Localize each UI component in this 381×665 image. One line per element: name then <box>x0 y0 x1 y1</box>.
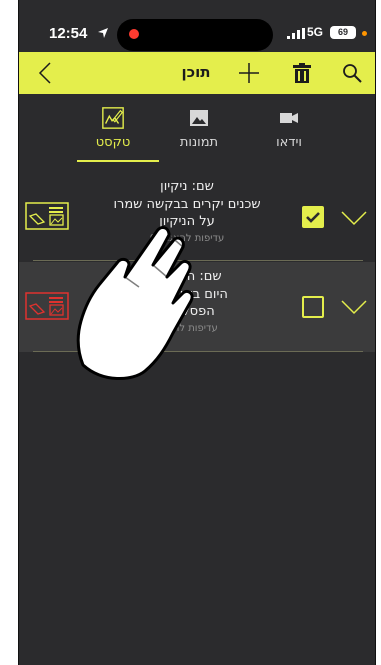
phone-screen: 12:54 5G 69 תוכן וידאו תמונות טקסט שם: נ… <box>18 0 376 665</box>
item-checkbox[interactable] <box>302 296 324 318</box>
search-button[interactable] <box>337 52 367 94</box>
battery-icon: 69 <box>330 26 356 39</box>
recording-indicator-icon <box>129 29 139 39</box>
image-icon <box>190 110 208 126</box>
page-title: תוכן <box>181 63 211 81</box>
add-button[interactable] <box>234 52 264 94</box>
tab-images[interactable]: תמונות <box>161 106 237 162</box>
tab-text-label: טקסט <box>95 135 131 150</box>
chevron-down-icon[interactable] <box>340 299 368 315</box>
item-name: שם: ניקיון <box>160 179 214 194</box>
tab-images-label: תמונות <box>179 135 219 150</box>
search-icon <box>343 64 362 83</box>
item-body-line: שכנים יקרים בבקשה שמרו <box>113 197 261 212</box>
privacy-indicator-icon <box>362 31 367 36</box>
tab-video-label: וידאו <box>276 135 302 150</box>
touch-hand-icon <box>76 226 194 381</box>
app-header: תוכן <box>19 52 375 94</box>
trash-icon <box>293 63 311 83</box>
check-icon <box>306 212 320 223</box>
text-image-thumbnail-icon <box>25 292 69 320</box>
video-camera-icon <box>280 113 298 123</box>
dynamic-island <box>117 19 273 51</box>
plus-icon <box>239 63 259 83</box>
status-time: 12:54 <box>49 25 88 42</box>
delete-button[interactable] <box>287 52 317 94</box>
item-checkbox[interactable] <box>302 206 324 228</box>
signal-bars-icon <box>287 28 305 39</box>
network-type: 5G <box>307 25 324 39</box>
tab-video[interactable]: וידאו <box>251 106 327 162</box>
selected-tab-indicator <box>77 160 159 162</box>
tab-text[interactable]: טקסט <box>75 106 151 162</box>
status-bar: 12:54 5G 69 <box>19 0 375 51</box>
back-button[interactable] <box>29 52 61 94</box>
chevron-down-icon[interactable] <box>340 210 368 226</box>
location-arrow-icon <box>98 28 108 38</box>
edit-text-icon <box>102 107 124 129</box>
text-image-thumbnail-icon <box>25 202 69 230</box>
back-icon <box>38 62 51 84</box>
content-tabs: וידאו תמונות טקסט <box>19 98 375 164</box>
